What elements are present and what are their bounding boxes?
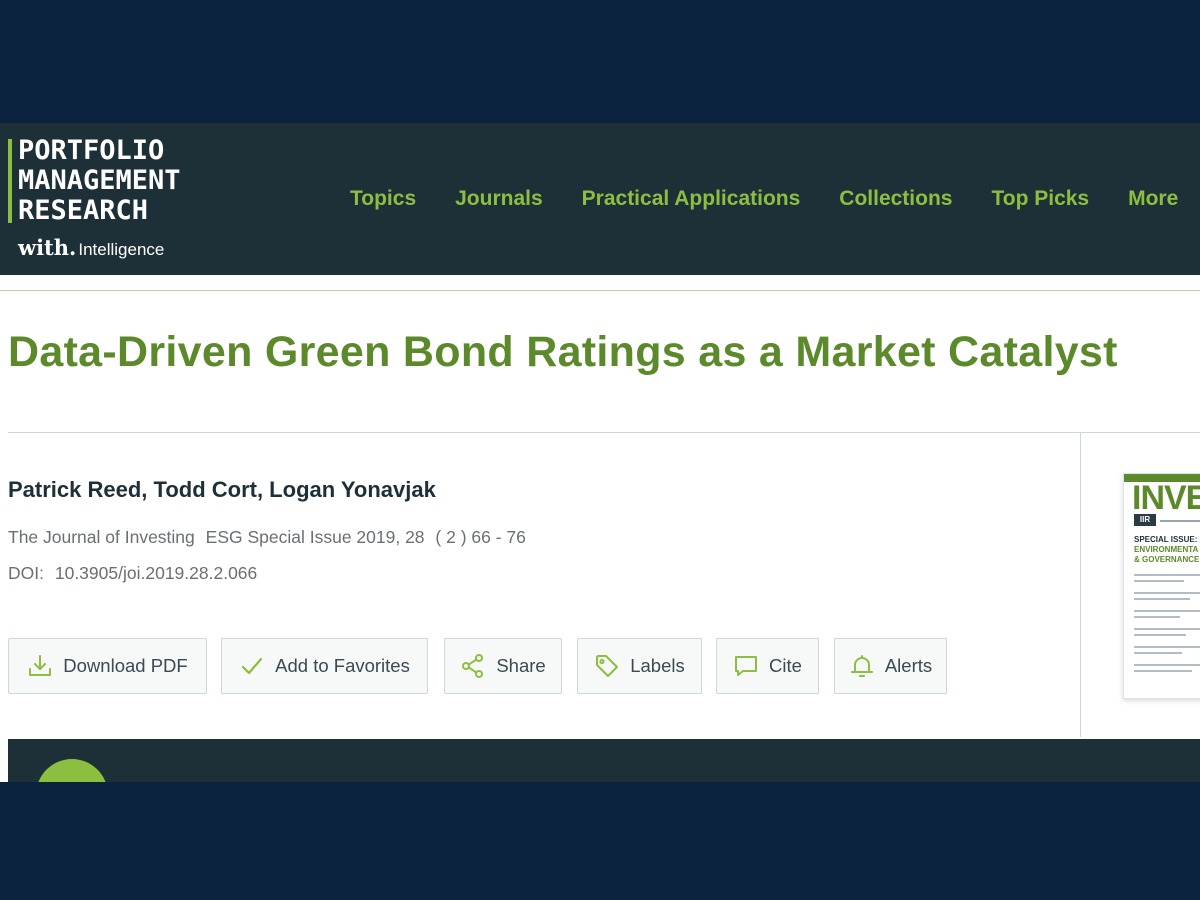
article-title: Data-Driven Green Bond Ratings as a Mark… <box>8 328 1118 376</box>
site-logo[interactable]: PORTFOLIO MANAGEMENT RESEARCH <box>18 136 198 226</box>
tag-icon <box>596 655 619 677</box>
title-divider <box>8 432 1200 433</box>
logo-line-2: MANAGEMENT <box>18 165 181 196</box>
cover-text-line <box>1134 646 1200 648</box>
cover-title: INVE <box>1132 479 1200 517</box>
bell-icon <box>850 655 873 677</box>
logo-intelligence: Intelligence <box>78 240 165 259</box>
article-citation: The Journal of Investing ESG Special Iss… <box>8 527 532 548</box>
logo-tagline: with. Intelligence <box>18 235 164 260</box>
nav-practical-applications[interactable]: Practical Applications <box>582 187 801 211</box>
green-circle-badge <box>36 759 108 782</box>
share-label: Share <box>496 655 546 676</box>
nav-top-picks[interactable]: Top Picks <box>991 187 1089 211</box>
cover-subtitle-line-1: ENVIRONMENTA <box>1134 545 1199 554</box>
download-pdf-label: Download PDF <box>63 655 188 676</box>
main-nav: Topics Journals Practical Applications C… <box>350 187 1200 211</box>
nav-collections[interactable]: Collections <box>839 187 952 211</box>
alerts-button[interactable]: Alerts <box>834 638 947 694</box>
share-icon <box>462 654 484 678</box>
doi-label: DOI: <box>8 563 44 583</box>
browser-viewport: PORTFOLIO MANAGEMENT RESEARCH with. Intel… <box>0 123 1200 782</box>
cite-label: Cite <box>769 655 802 676</box>
cover-badge: IIR <box>1134 514 1156 526</box>
site-header: PORTFOLIO MANAGEMENT RESEARCH with. Intel… <box>0 123 1200 275</box>
logo-accent-bar <box>8 139 12 223</box>
article-doi: DOI: 10.3905/joi.2019.28.2.066 <box>8 563 257 584</box>
cover-text-line <box>1134 628 1200 630</box>
cover-subtitle-line-2: & GOVERNANCE <box>1134 555 1200 564</box>
header-divider <box>0 290 1200 291</box>
add-to-favorites-label: Add to Favorites <box>275 655 410 676</box>
promo-panel <box>8 739 1200 782</box>
logo-with: with. <box>18 235 77 260</box>
issue-pages: ( 2 ) 66 - 76 <box>435 527 526 547</box>
add-to-favorites-button[interactable]: Add to Favorites <box>221 638 428 694</box>
nav-more[interactable]: More <box>1128 187 1178 211</box>
cover-text-line <box>1134 574 1200 576</box>
cover-text-line <box>1134 610 1200 612</box>
cover-text-line <box>1134 580 1184 582</box>
journal-name[interactable]: The Journal of Investing <box>8 527 195 547</box>
cover-text-line <box>1134 616 1180 618</box>
cite-button[interactable]: Cite <box>716 638 819 694</box>
logo-line-1: PORTFOLIO <box>18 135 165 166</box>
cover-text-line <box>1134 598 1190 600</box>
issue-name[interactable]: ESG Special Issue 2019, 28 <box>206 527 425 547</box>
cover-text-line <box>1134 592 1200 594</box>
journal-cover-thumbnail[interactable]: INVE IIR SPECIAL ISSUE: ENVIRONMENTA & G… <box>1123 473 1200 699</box>
logo-line-3: RESEARCH <box>18 195 149 226</box>
speech-bubble-icon <box>735 656 758 676</box>
cover-text-line <box>1134 670 1192 672</box>
download-icon <box>29 655 52 676</box>
nav-journals[interactable]: Journals <box>455 187 543 211</box>
labels-label: Labels <box>630 655 685 676</box>
cover-special-issue: SPECIAL ISSUE: <box>1134 535 1198 544</box>
nav-topics[interactable]: Topics <box>350 187 416 211</box>
doi-value[interactable]: 10.3905/joi.2019.28.2.066 <box>55 563 257 583</box>
labels-button[interactable]: Labels <box>577 638 702 694</box>
cover-text-line <box>1134 652 1182 654</box>
alerts-label: Alerts <box>884 655 933 676</box>
cover-rule <box>1160 520 1200 522</box>
article-authors[interactable]: Patrick Reed, Todd Cort, Logan Yonavjak <box>8 477 436 503</box>
cover-text-line <box>1134 664 1200 666</box>
sidebar-divider <box>1080 433 1081 737</box>
download-pdf-button[interactable]: Download PDF <box>8 638 207 694</box>
share-button[interactable]: Share <box>444 638 562 694</box>
cover-text-line <box>1134 634 1186 636</box>
check-icon <box>242 657 263 675</box>
